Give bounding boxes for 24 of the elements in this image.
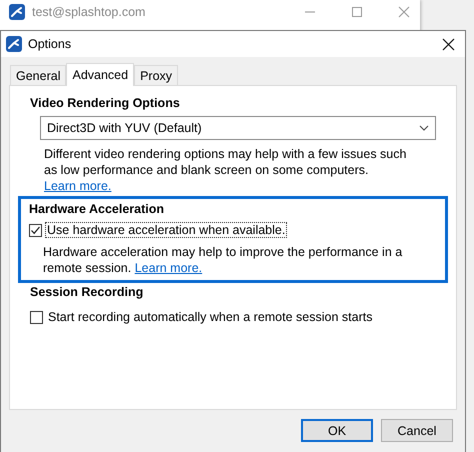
app-icon — [6, 36, 22, 52]
learn-more-link[interactable]: Learn more. — [44, 179, 112, 193]
dropdown[interactable]: Direct3D with YUV (Default) — [40, 116, 436, 140]
checkbox-label[interactable]: Start recording automatically when a remote session starts — [46, 309, 374, 325]
checkbox[interactable] — [30, 310, 43, 324]
tab[interactable]: Proxy — [134, 65, 178, 85]
dialog-title: Options — [28, 37, 72, 51]
description-text: Hardware acceleration may help to improve the performance in a remote session. Learn more. — [43, 244, 404, 276]
learn-more-link[interactable]: Learn more. — [134, 261, 202, 275]
ok-button[interactable]: OK — [301, 419, 373, 442]
checkbox[interactable] — [29, 224, 42, 236]
app-icon — [9, 4, 25, 20]
chevron-down-icon — [419, 125, 429, 131]
close-icon[interactable] — [442, 38, 455, 50]
checkbox-label[interactable]: Use hardware acceleration when available. — [45, 222, 288, 238]
section-heading: Video Rendering Options — [30, 96, 181, 110]
cancel-button[interactable]: Cancel — [381, 419, 453, 442]
section-heading: Hardware Acceleration — [29, 202, 166, 216]
description-text: Different video rendering options may help with a few issues such as low performance and blank screen on some computers. Learn more. — [44, 146, 408, 194]
tab[interactable]: General — [10, 65, 66, 85]
maximize-icon[interactable] — [351, 6, 363, 18]
tab[interactable]: Advanced — [66, 63, 134, 86]
window-title: test@splashtop.com — [32, 4, 146, 20]
section-heading: Session Recording — [30, 285, 144, 299]
